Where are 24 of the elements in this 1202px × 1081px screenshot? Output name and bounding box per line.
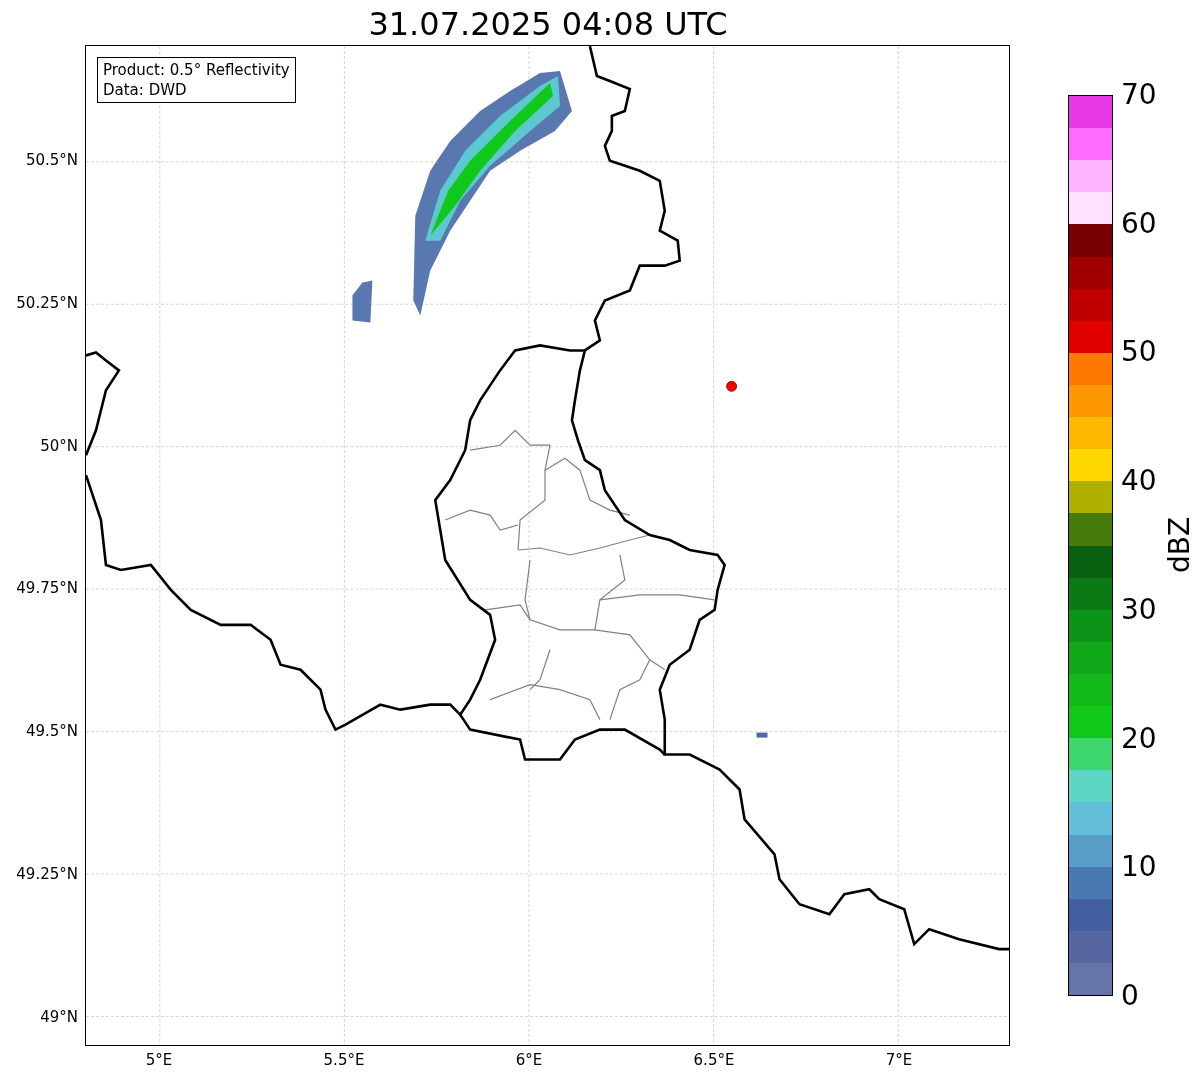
colorbar-label: dBZ <box>1166 516 1194 574</box>
longitude-label: 5°E <box>145 1053 173 1068</box>
colorbar-tick-label: 0 <box>1121 982 1139 1010</box>
latitude-label: 49.5°N <box>25 724 78 739</box>
colorbar-tick-label: 60 <box>1121 209 1157 238</box>
colorbar-tick-label: 20 <box>1121 724 1157 753</box>
longitude-label: 7°E <box>885 1053 913 1068</box>
colorbar-tick-label: 40 <box>1121 467 1157 496</box>
latitude-label: 50.25°N <box>16 295 78 311</box>
longitude-label: 6.5°E <box>693 1053 735 1068</box>
colorbar-tick-label: 50 <box>1121 338 1157 367</box>
latitude-label: 49°N <box>40 1009 78 1025</box>
map-title: 31.07.2025 04:08 UTC <box>368 8 728 40</box>
latitude-label: 49.25°N <box>16 866 78 882</box>
longitude-label: 5.5°E <box>323 1053 365 1068</box>
colorbar-tick-label: 30 <box>1121 595 1157 624</box>
data-source-text: Data: DWD <box>103 80 188 100</box>
longitude-label: 6°E <box>515 1053 543 1068</box>
latitude-label: 50°N <box>40 438 78 454</box>
latitude-label: 49.75°N <box>16 581 78 597</box>
colorbar-tick-label: 10 <box>1121 853 1157 882</box>
latitude-label: 50.5°N <box>25 153 78 168</box>
product-text: Product: 0.5° Reflectivity <box>103 60 290 80</box>
colorbar-tick-label: 70 <box>1121 81 1157 109</box>
